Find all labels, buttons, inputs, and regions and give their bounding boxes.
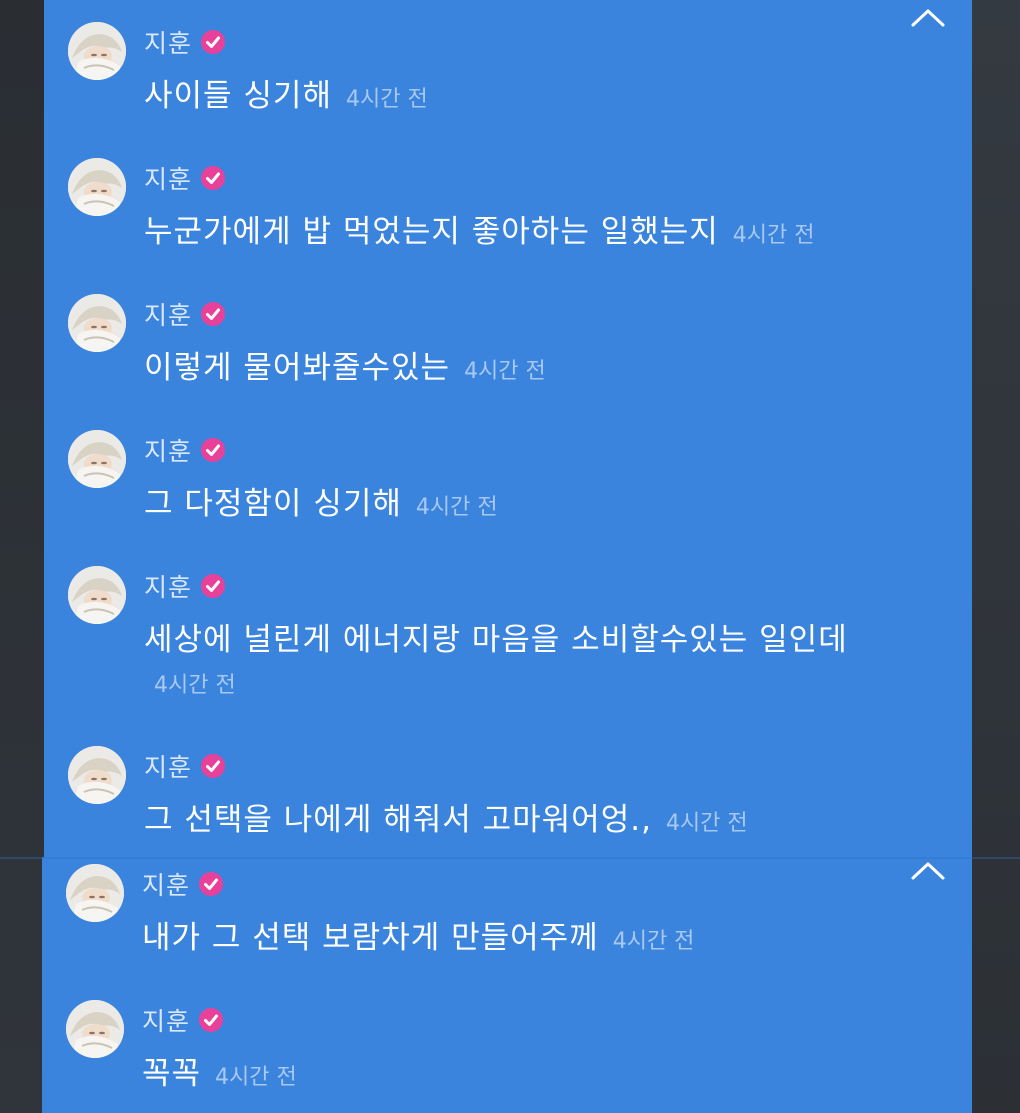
message-text: 꼭꼭 4시간 전 xyxy=(142,1052,952,1100)
message-text: 사이들 싱기해 4시간 전 xyxy=(144,74,952,122)
message-item: 지훈 그 선택을 나에게 해줘서 고마워어엉., 4시간 전 xyxy=(68,746,952,846)
message-timestamp: 4시간 전 xyxy=(464,359,546,384)
author-name[interactable]: 지훈 xyxy=(144,24,192,60)
verified-badge-icon xyxy=(201,302,226,326)
author-name[interactable]: 지훈 xyxy=(142,1002,190,1038)
message-text: 세상에 널린게 에너지랑 마음을 소비할수있는 일인데 4시간 전 xyxy=(144,618,952,708)
avatar[interactable] xyxy=(68,566,126,624)
avatar[interactable] xyxy=(68,158,126,216)
verified-badge-icon xyxy=(199,872,224,896)
verified-badge-icon xyxy=(201,754,226,778)
author-name[interactable]: 지훈 xyxy=(144,160,192,196)
chat-panel-top: 지훈 사이들 싱기해 4시간 전 지훈 누군가에게 밥 먹었는지 좋아하는 일했는… xyxy=(44,0,972,857)
message-body: 내가 그 선택 보람차게 만들어주께 xyxy=(142,920,599,956)
message-body: 그 선택을 나에게 해줘서 고마워어엉., xyxy=(144,802,652,838)
author-name[interactable]: 지훈 xyxy=(144,568,192,604)
message-body: 꼭꼭 xyxy=(142,1056,202,1092)
left-background-edge xyxy=(0,0,44,1113)
avatar[interactable] xyxy=(68,294,126,352)
message-body: 사이들 싱기해 xyxy=(144,78,332,114)
avatar[interactable] xyxy=(68,430,126,488)
author-name[interactable]: 지훈 xyxy=(144,296,192,332)
message-body: 이렇게 물어봐줄수있는 xyxy=(144,350,451,386)
message-timestamp: 4시간 전 xyxy=(415,495,498,520)
right-background-edge xyxy=(972,0,1020,1113)
message-item: 지훈 그 다정함이 싱기해 4시간 전 xyxy=(68,430,952,530)
verified-badge-icon xyxy=(201,438,226,462)
message-timestamp: 4시간 전 xyxy=(732,223,815,248)
verified-badge-icon xyxy=(201,574,226,598)
message-text: 내가 그 선택 보람차게 만들어주께 4시간 전 xyxy=(142,916,952,964)
avatar[interactable] xyxy=(66,1000,124,1058)
author-name[interactable]: 지훈 xyxy=(144,748,192,784)
verified-badge-icon xyxy=(201,166,226,190)
message-text: 이렇게 물어봐줄수있는 4시간 전 xyxy=(144,346,952,394)
message-item: 지훈 사이들 싱기해 4시간 전 xyxy=(68,22,952,122)
message-timestamp: 4시간 전 xyxy=(215,1065,297,1090)
message-item: 지훈 꼭꼭 4시간 전 xyxy=(66,1000,952,1100)
message-body: 누군가에게 밥 먹었는지 좋아하는 일했는지 xyxy=(144,214,719,250)
avatar[interactable] xyxy=(68,22,126,80)
message-text: 그 다정함이 싱기해 4시간 전 xyxy=(144,482,952,530)
message-timestamp: 4시간 전 xyxy=(154,673,236,698)
message-body: 그 다정함이 싱기해 xyxy=(144,486,402,522)
message-timestamp: 4시간 전 xyxy=(665,811,748,836)
message-item: 지훈 누군가에게 밥 먹었는지 좋아하는 일했는지 4시간 전 xyxy=(68,158,952,258)
message-text: 누군가에게 밥 먹었는지 좋아하는 일했는지 4시간 전 xyxy=(144,210,952,258)
verified-badge-icon xyxy=(201,30,226,54)
verified-badge-icon xyxy=(199,1008,224,1032)
author-name[interactable]: 지훈 xyxy=(142,866,190,902)
screenshot-seam xyxy=(0,857,1020,859)
message-timestamp: 4시간 전 xyxy=(612,929,695,954)
avatar[interactable] xyxy=(68,746,126,804)
avatar[interactable] xyxy=(66,864,124,922)
message-item: 지훈 이렇게 물어봐줄수있는 4시간 전 xyxy=(68,294,952,394)
message-item: 지훈 세상에 널린게 에너지랑 마음을 소비할수있는 일인데 4시간 전 xyxy=(68,566,952,706)
message-item: 지훈 내가 그 선택 보람차게 만들어주께 4시간 전 xyxy=(66,864,952,964)
chat-panel-bottom: 지훈 내가 그 선택 보람차게 만들어주께 4시간 전 지훈 꼭꼭 4시간 전 xyxy=(42,857,972,1113)
message-text: 그 선택을 나에게 해줘서 고마워어엉., 4시간 전 xyxy=(144,798,952,846)
message-timestamp: 4시간 전 xyxy=(345,87,428,112)
author-name[interactable]: 지훈 xyxy=(144,432,192,468)
message-body: 세상에 널린게 에너지랑 마음을 소비할수있는 일인데 xyxy=(144,622,848,658)
